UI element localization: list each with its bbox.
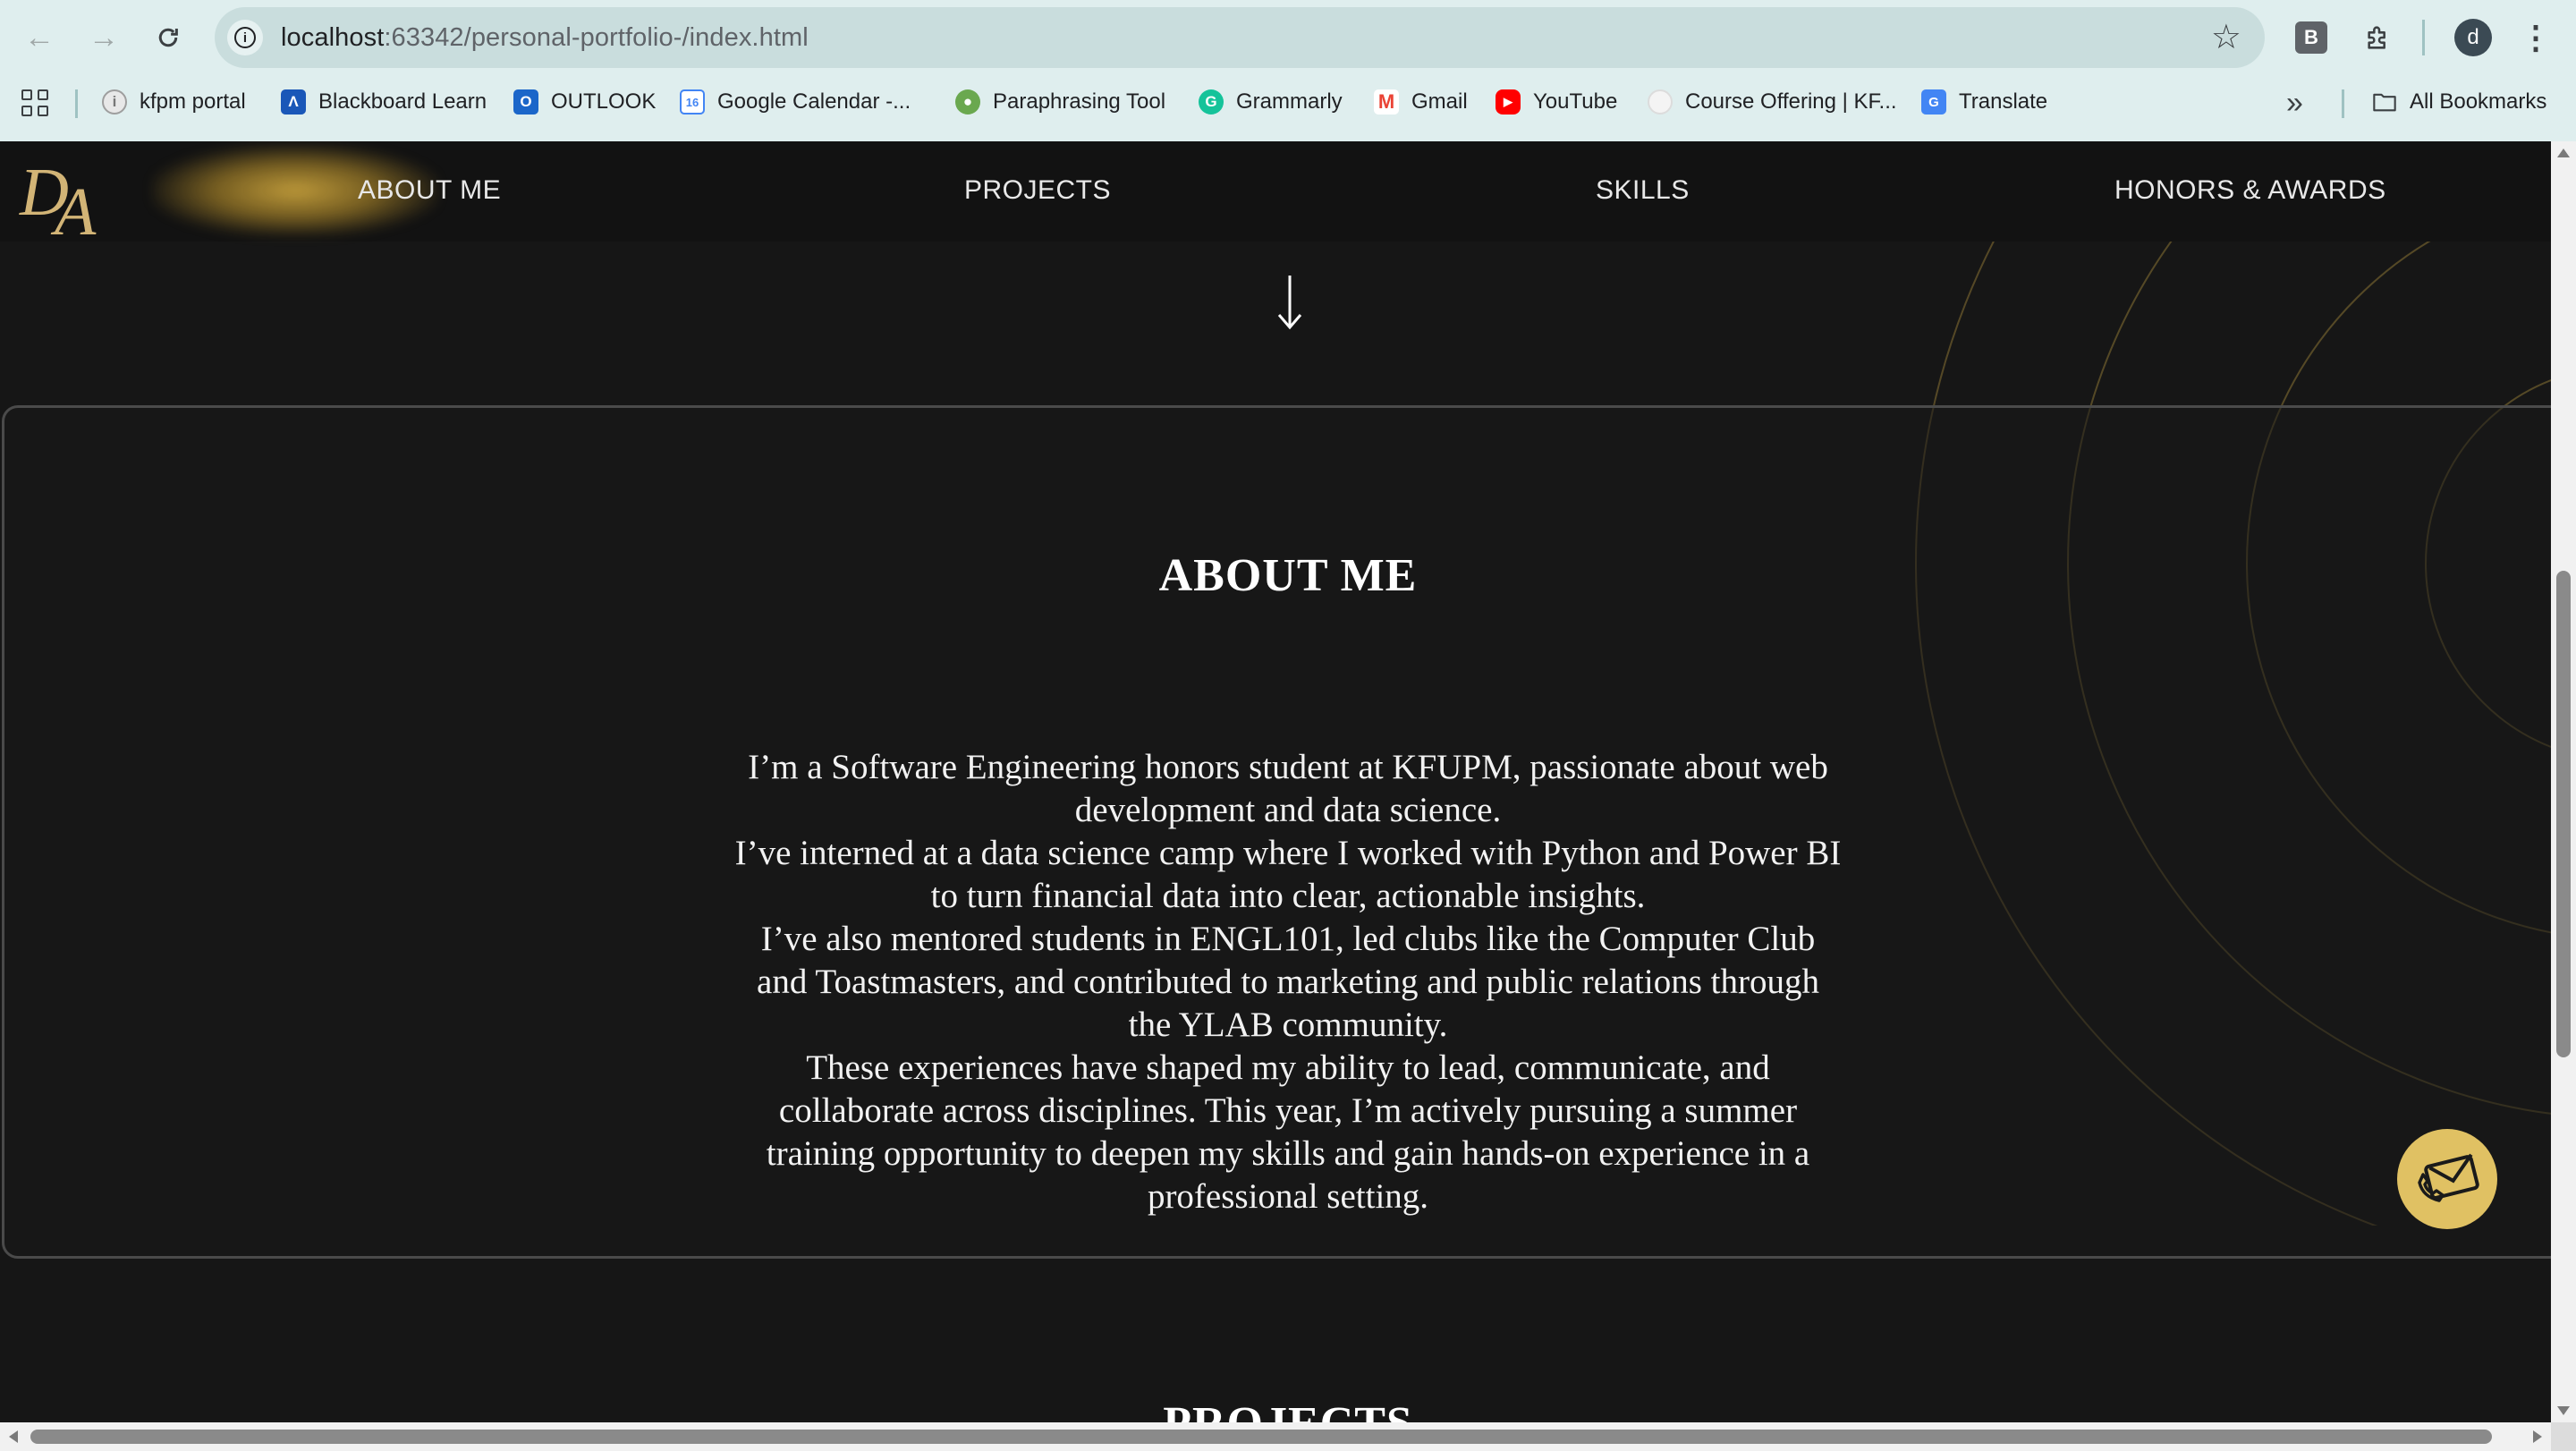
url-path: :63342/personal-portfolio-/index.html bbox=[384, 23, 809, 52]
projects-section-title: PROJECTS bbox=[0, 1397, 2551, 1422]
url-host: localhost bbox=[281, 23, 385, 52]
bookmark-star-icon[interactable]: ☆ bbox=[2211, 20, 2241, 55]
extensions-puzzle-icon[interactable] bbox=[2361, 18, 2397, 57]
browser-menu-icon[interactable]: ⋮ bbox=[2520, 18, 2552, 57]
site-navbar: DA ABOUT ME PROJECTS SKILLS HONORS & AWA… bbox=[0, 141, 2551, 250]
bookmark-label: Blackboard Learn bbox=[318, 89, 487, 114]
all-bookmarks-label: All Bookmarks bbox=[2410, 89, 2547, 114]
scroll-left-icon[interactable] bbox=[9, 1430, 18, 1443]
bookmark-label: Translate bbox=[1959, 89, 2048, 114]
bookmark-label: Course Offering | KF... bbox=[1685, 89, 1897, 114]
site-info-icon[interactable]: i bbox=[227, 20, 263, 55]
bookmark-label: Paraphrasing Tool bbox=[993, 89, 1166, 114]
bookmark-youtube[interactable]: ▶ YouTube bbox=[1496, 81, 1617, 123]
nav-skills[interactable]: SKILLS bbox=[1596, 175, 1690, 206]
youtube-icon: ▶ bbox=[1496, 89, 1521, 115]
bookmark-gmail[interactable]: M Gmail bbox=[1374, 81, 1468, 123]
bookmark-label: YouTube bbox=[1533, 89, 1618, 114]
about-paragraph: These experiences have shaped my ability… bbox=[766, 1048, 1810, 1216]
bookmark-translate[interactable]: G Translate bbox=[1921, 81, 2047, 123]
paraphrasing-icon: ● bbox=[955, 89, 980, 115]
scroll-down-arrow-icon[interactable] bbox=[1270, 274, 1309, 331]
gmail-icon: M bbox=[1374, 89, 1399, 115]
page-viewport: DA ABOUT ME PROJECTS SKILLS HONORS & AWA… bbox=[0, 141, 2551, 1422]
logo-letter-a: A bbox=[54, 174, 97, 250]
logo-letter-d: D bbox=[20, 155, 69, 230]
bookmark-grammarly[interactable]: G Grammarly bbox=[1199, 81, 1343, 123]
bookmark-blackboard[interactable]: Λ Blackboard Learn bbox=[281, 81, 487, 123]
nav-about-me[interactable]: ABOUT ME bbox=[358, 175, 501, 206]
bookmark-label: OUTLOOK bbox=[551, 89, 657, 114]
mail-phone-icon bbox=[2418, 1153, 2479, 1202]
forward-icon[interactable]: → bbox=[84, 18, 123, 57]
bookmark-label: kfpm portal bbox=[140, 89, 246, 114]
folder-icon bbox=[2372, 89, 2397, 115]
translate-icon: G bbox=[1921, 89, 1946, 115]
about-paragraph: I’m a Software Engineering honors studen… bbox=[748, 748, 1828, 829]
nav-honors-awards[interactable]: HONORS & AWARDS bbox=[2114, 175, 2386, 206]
about-text: I’m a Software Engineering honors studen… bbox=[733, 746, 1843, 1218]
scrollbar-corner bbox=[2551, 1422, 2576, 1451]
site-logo[interactable]: DA bbox=[20, 154, 97, 250]
nav-projects[interactable]: PROJECTS bbox=[964, 175, 1111, 206]
all-bookmarks[interactable]: All Bookmarks bbox=[2372, 81, 2546, 123]
bookmark-label: Grammarly bbox=[1236, 89, 1343, 114]
toolbar-divider bbox=[2422, 20, 2425, 55]
scroll-right-icon[interactable] bbox=[2533, 1430, 2542, 1443]
google-calendar-icon: 16 bbox=[680, 89, 705, 115]
back-icon[interactable]: ← bbox=[20, 18, 59, 57]
more-bookmarks-chevron-icon[interactable]: » bbox=[2286, 86, 2303, 121]
bookmarks-divider-right bbox=[2342, 89, 2344, 118]
blackboard-icon: Λ bbox=[281, 89, 306, 115]
bookmark-paraphrasing-tool[interactable]: ● Paraphrasing Tool bbox=[955, 81, 1165, 123]
about-paragraph: I’ve also mentored students in ENGL101, … bbox=[757, 920, 1819, 1044]
bookmark-outlook[interactable]: O OUTLOOK bbox=[513, 81, 656, 123]
address-bar[interactable]: i localhost:63342/personal-portfolio-/in… bbox=[215, 7, 2265, 68]
about-title: ABOUT ME bbox=[1158, 550, 1418, 601]
profile-avatar[interactable]: d bbox=[2454, 19, 2492, 56]
url-text[interactable]: localhost:63342/personal-portfolio-/inde… bbox=[281, 23, 809, 53]
scroll-down-icon[interactable] bbox=[2557, 1406, 2570, 1415]
vertical-scrollbar[interactable] bbox=[2551, 141, 2576, 1422]
horizontal-scrollbar[interactable] bbox=[0, 1422, 2551, 1451]
outlook-icon: O bbox=[513, 89, 538, 115]
grammarly-icon: G bbox=[1199, 89, 1224, 115]
vertical-scroll-thumb[interactable] bbox=[2556, 571, 2571, 1057]
browser-chrome: ← → i localhost:63342/personal-portfolio… bbox=[0, 0, 2576, 141]
scroll-up-icon[interactable] bbox=[2557, 148, 2570, 157]
bookmark-google-calendar[interactable]: 16 Google Calendar -... bbox=[680, 81, 911, 123]
bookmarks-bar: i kfpm portal Λ Blackboard Learn O OUTLO… bbox=[0, 81, 2576, 123]
bookmark-kfpm-portal[interactable]: i kfpm portal bbox=[102, 81, 246, 123]
course-offering-icon bbox=[1648, 89, 1673, 115]
about-paragraph: I’ve interned at a data science camp whe… bbox=[734, 834, 1842, 915]
kfpm-icon: i bbox=[102, 89, 127, 115]
bookmark-label: Google Calendar -... bbox=[717, 89, 911, 114]
horizontal-scroll-thumb[interactable] bbox=[30, 1430, 2492, 1444]
contact-mail-button[interactable] bbox=[2397, 1129, 2497, 1229]
bookmark-course-offering[interactable]: Course Offering | KF... bbox=[1648, 81, 1897, 123]
extension-b-icon[interactable]: B bbox=[2295, 21, 2327, 54]
browser-toolbar: ← → i localhost:63342/personal-portfolio… bbox=[0, 0, 2576, 75]
bookmark-label: Gmail bbox=[1411, 89, 1468, 114]
reload-icon[interactable] bbox=[148, 18, 188, 57]
